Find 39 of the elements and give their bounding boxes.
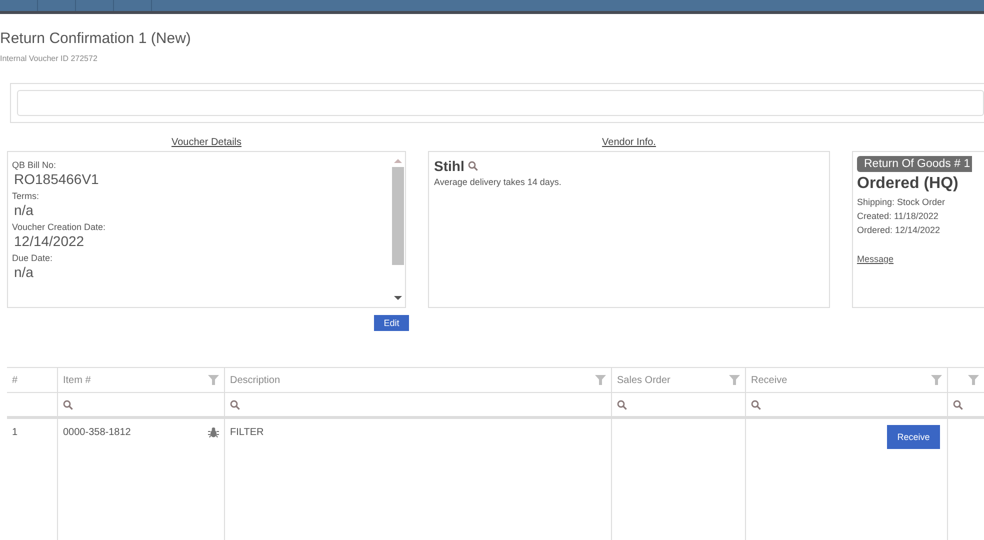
field-label: QB Bill No: [12, 160, 58, 170]
column-header[interactable]: # [12, 374, 18, 386]
table-cell: 0000-358-1812 [63, 427, 131, 438]
search-icon[interactable] [751, 400, 761, 410]
table-cell: 1 [12, 427, 18, 438]
page-title: Return Confirmation 1 (New) [0, 30, 191, 47]
search-icon[interactable] [617, 400, 627, 410]
edit-button[interactable]: Edit [374, 315, 409, 331]
order-detail: Shipping: Stock Order [857, 197, 946, 207]
input-field[interactable] [17, 90, 984, 116]
table-cell: FILTER [230, 427, 264, 438]
field-value: n/a [14, 264, 34, 280]
order-status: Ordered (HQ) [857, 175, 960, 193]
delivery-note: Average delivery takes 14 days. [434, 177, 562, 187]
vendor-name: Stihl [434, 158, 464, 174]
field-value: 12/14/2022 [14, 233, 84, 249]
field-value: n/a [14, 202, 34, 218]
column-header[interactable]: Item # [63, 374, 91, 386]
order-detail: Ordered: 12/14/2022 [857, 225, 940, 235]
column-header[interactable]: Receive [751, 374, 788, 386]
column-header[interactable]: Sales Order [617, 374, 670, 386]
receive-button[interactable]: Receive [887, 425, 940, 449]
field-label: Voucher Creation Date: [12, 222, 107, 232]
search-icon[interactable] [63, 400, 73, 410]
search-icon[interactable] [953, 400, 963, 410]
bug-icon[interactable] [208, 427, 219, 438]
field-value: RO185466V1 [14, 171, 99, 187]
column-header[interactable]: Description [230, 374, 280, 386]
field-label: Terms: [12, 191, 40, 201]
section-heading: Voucher Details [171, 137, 242, 148]
section-heading: Vendor Info. [602, 137, 656, 148]
search-icon[interactable] [230, 400, 240, 410]
scroll-down-icon[interactable] [394, 294, 402, 302]
order-detail: Created: 11/18/2022 [857, 211, 938, 221]
field-label: Due Date: [12, 253, 54, 263]
order-badge: Return Of Goods # 1 [857, 156, 972, 172]
voucher-id-text: Internal Voucher ID 272572 [0, 54, 98, 63]
message-link[interactable]: Message [857, 254, 894, 264]
search-icon[interactable] [468, 161, 478, 171]
